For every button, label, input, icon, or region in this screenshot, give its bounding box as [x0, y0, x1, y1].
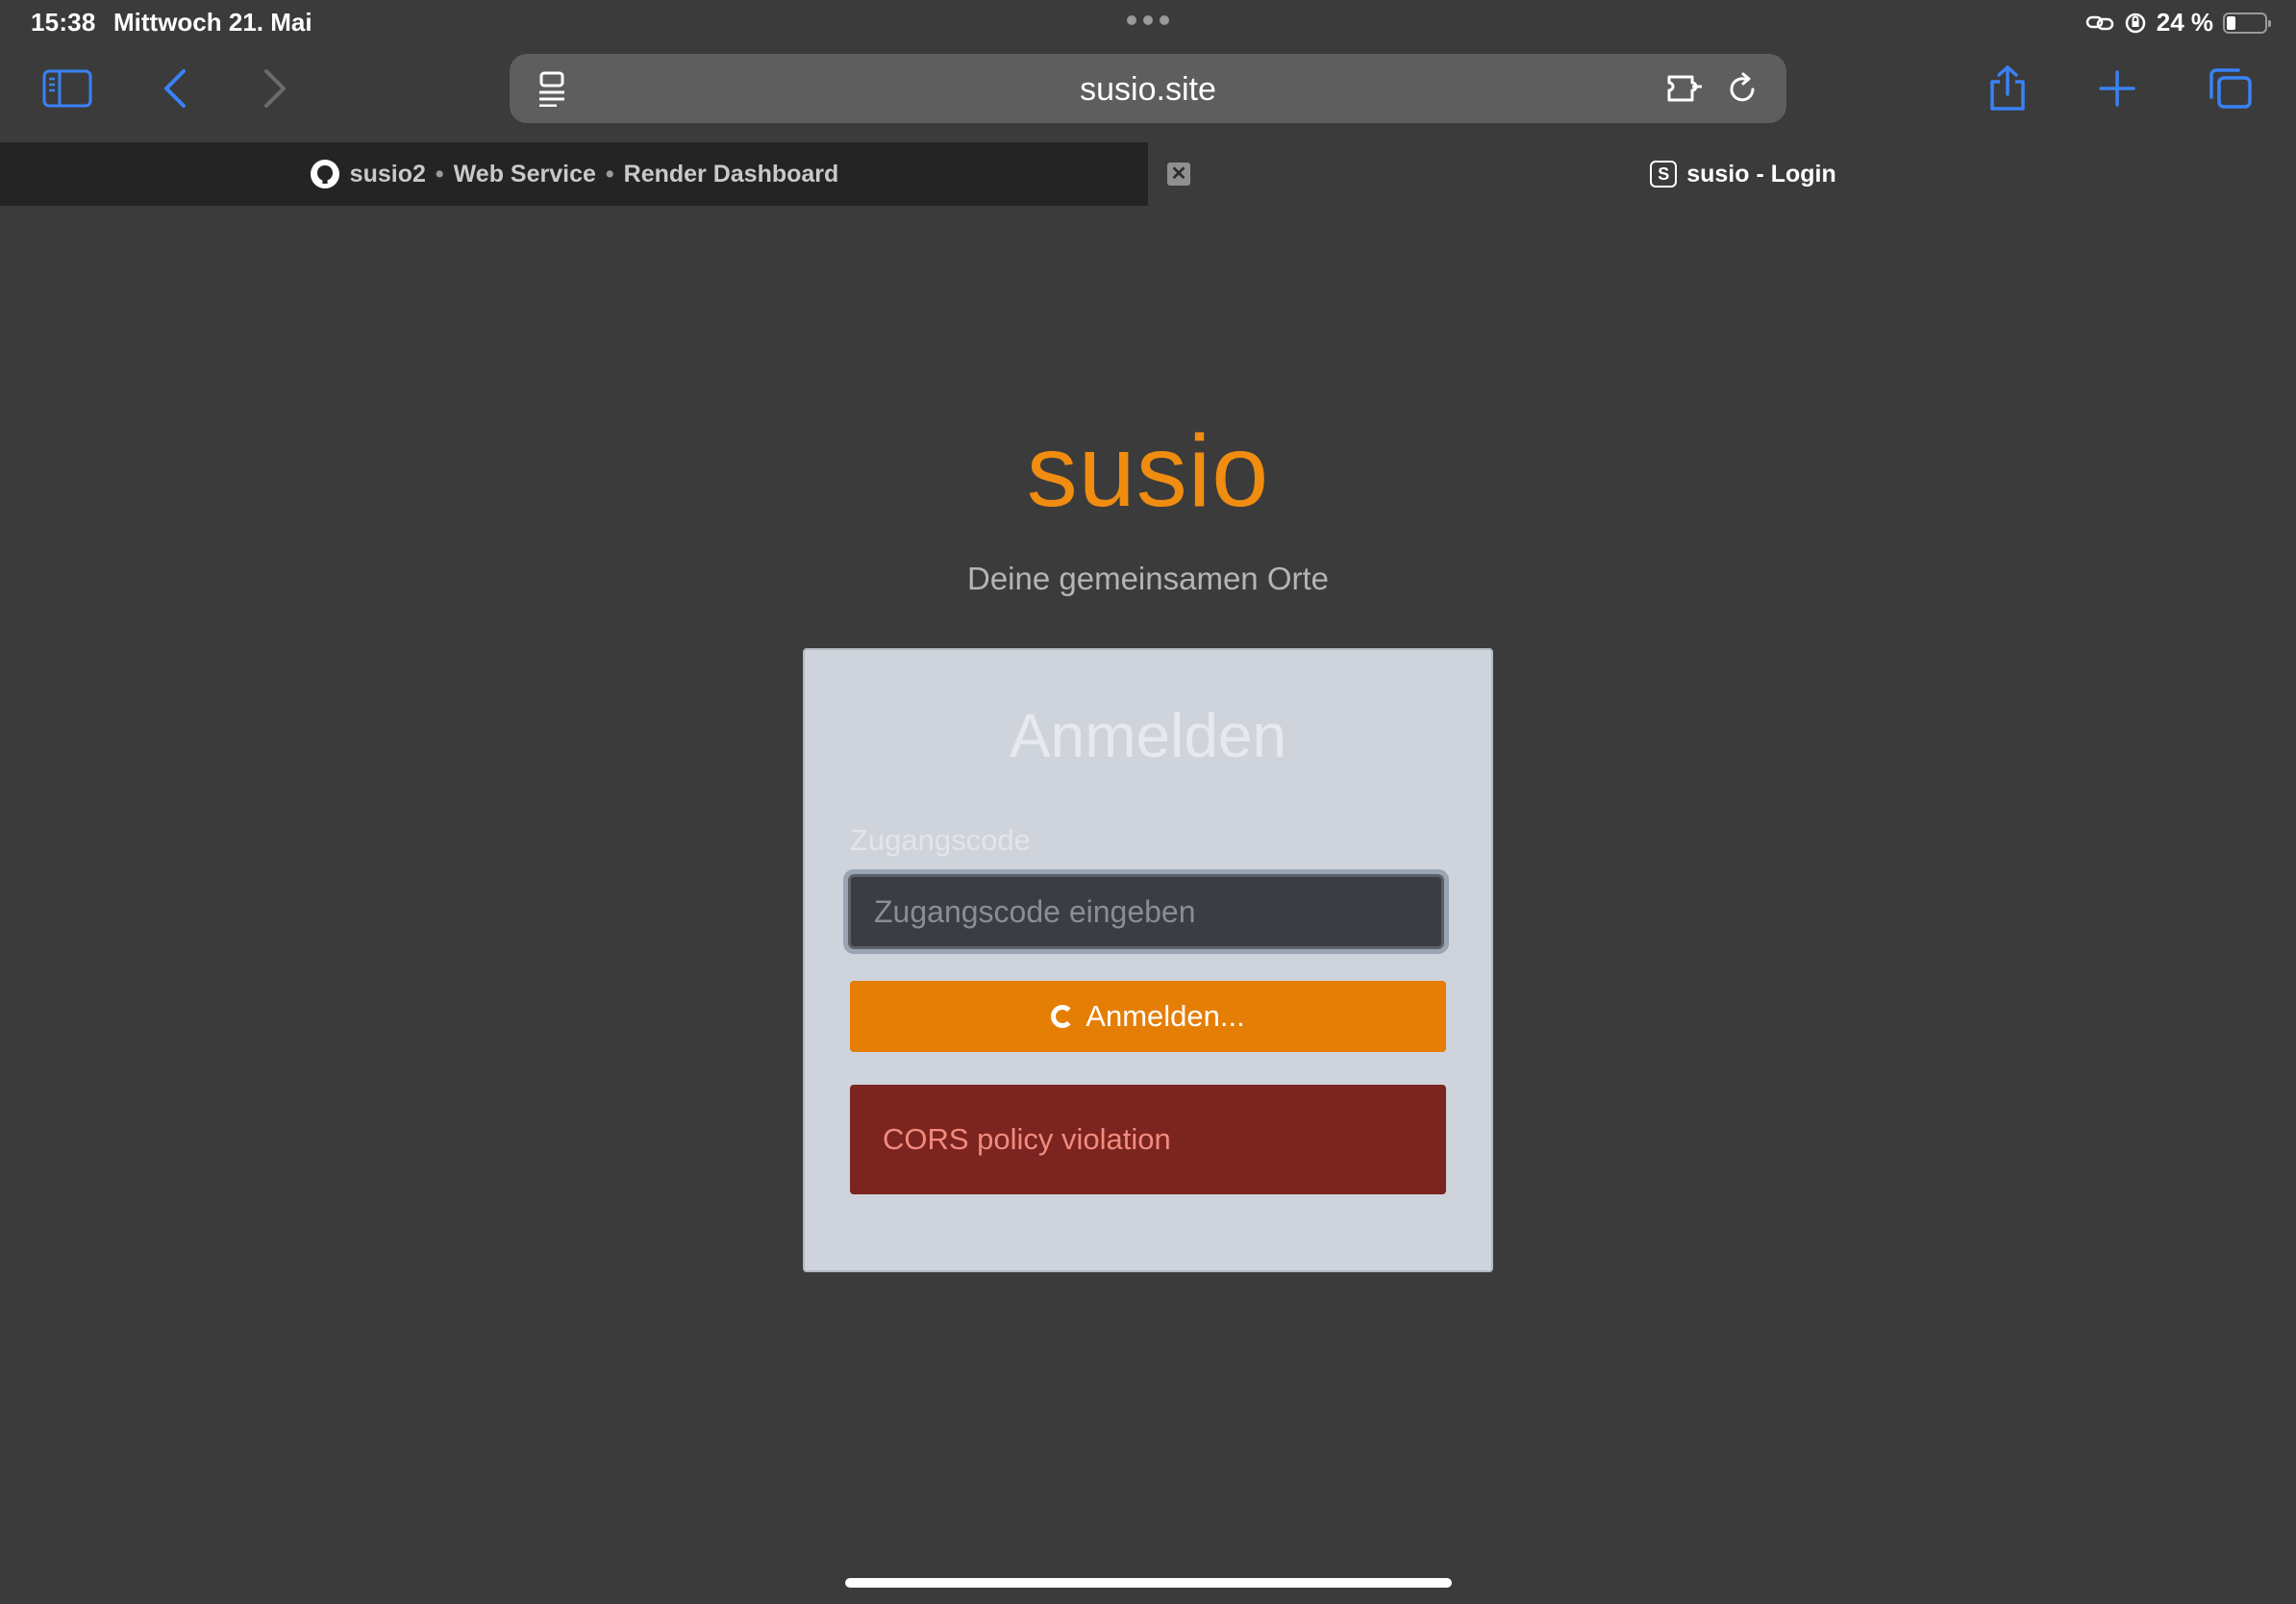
link-icon [2085, 15, 2113, 30]
tab-label-part: Web Service [453, 160, 596, 188]
tab-label: susio - Login [1686, 160, 1836, 188]
close-tab-icon[interactable]: ✕ [1167, 163, 1190, 186]
extension-icon [1667, 75, 1702, 102]
login-card: Anmelden Zugangscode Anmelden... CORS po… [803, 648, 1493, 1272]
status-date: Mittwoch 21. Mai [113, 8, 312, 37]
chevron-left-icon [164, 69, 186, 108]
back-button[interactable] [146, 60, 204, 117]
battery-level [2227, 15, 2235, 30]
new-tab-button[interactable] [2088, 60, 2146, 117]
tab-bar: susio2 • Web Service • Render Dashboard … [0, 142, 2296, 206]
status-bar: 15:38 Mittwoch 21. Mai 24 % [0, 0, 2296, 44]
share-button[interactable] [1979, 60, 2036, 117]
loading-spinner-icon [1051, 1005, 1075, 1028]
github-icon [310, 160, 339, 188]
brand-logo-text: susio [1026, 414, 1270, 528]
home-indicator[interactable] [845, 1578, 1452, 1588]
error-message: CORS policy violation [850, 1085, 1446, 1194]
login-button-label: Anmelden... [1086, 999, 1245, 1033]
tab-susio-login[interactable]: S susio - Login [1190, 142, 2296, 206]
tab-render-dashboard[interactable]: susio2 • Web Service • Render Dashboard [0, 142, 1148, 206]
tab-label-part: susio2 [349, 160, 426, 188]
address-bar[interactable]: susio.site [510, 54, 1786, 123]
sidebar-toggle-button[interactable] [38, 60, 96, 117]
status-time: 15:38 [31, 8, 96, 37]
tab-label-part: Render Dashboard [623, 160, 839, 188]
tab-separator: • [435, 160, 444, 188]
plus-icon [2099, 70, 2135, 107]
reload-icon [1730, 72, 1755, 102]
status-indicators: 24 % [2085, 8, 2271, 38]
battery-icon [2223, 12, 2271, 34]
sidebar-icon [42, 69, 92, 108]
tabs-icon [2209, 68, 2252, 109]
site-favicon-icon: S [1650, 161, 1678, 188]
access-code-label: Zugangscode [850, 823, 1031, 857]
chevron-right-icon [264, 69, 286, 108]
extension-button[interactable] [1663, 65, 1710, 112]
reload-button[interactable] [1719, 65, 1765, 112]
access-code-input[interactable] [843, 869, 1449, 954]
tab-separator: • [605, 160, 614, 188]
forward-button[interactable] [246, 60, 304, 117]
orientation-lock-icon [2125, 13, 2145, 33]
share-icon [1990, 65, 2025, 111]
url-text[interactable]: susio.site [510, 71, 1786, 109]
multitasking-dots-icon[interactable] [1127, 15, 1169, 25]
login-button[interactable]: Anmelden... [850, 981, 1446, 1052]
tagline: Deine gemeinsamen Orte [966, 561, 1330, 596]
battery-percent: 24 % [2156, 8, 2213, 37]
tab-overview-button[interactable] [2202, 60, 2259, 117]
login-title: Anmelden [1009, 701, 1287, 770]
